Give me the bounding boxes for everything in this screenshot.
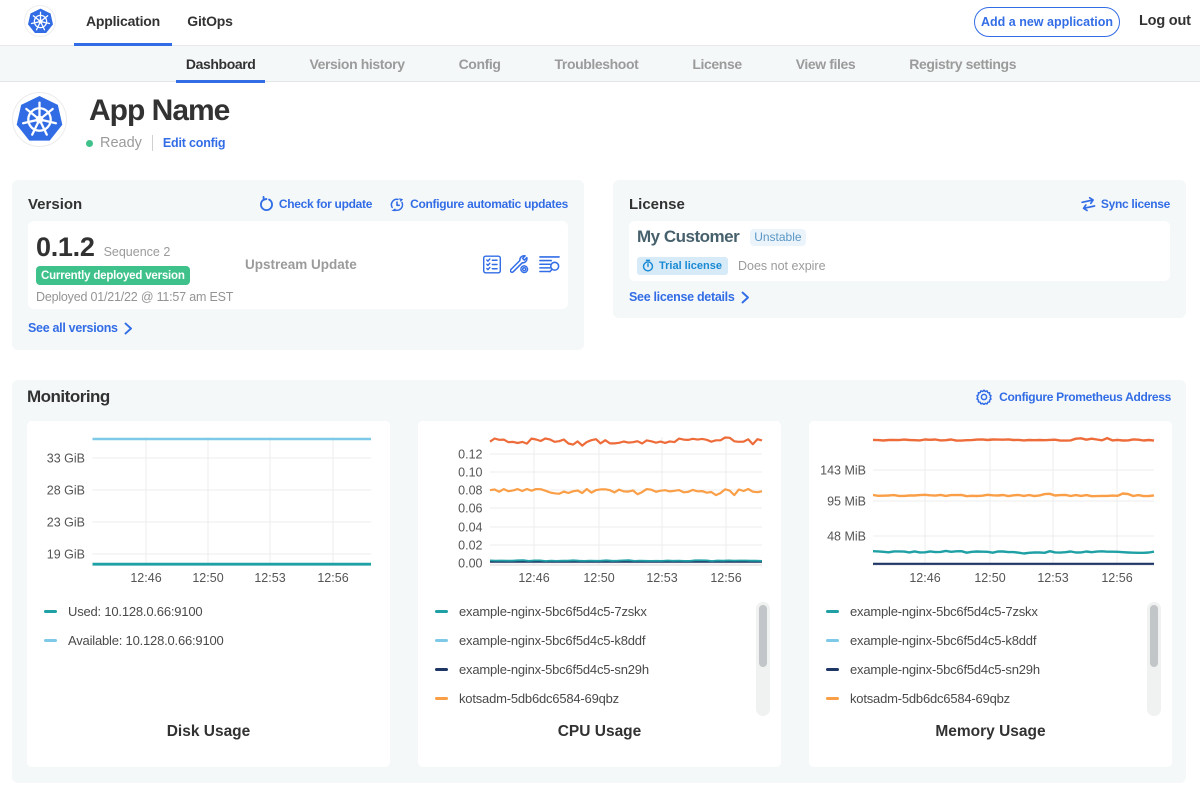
svg-text:143 MiB: 143 MiB bbox=[820, 464, 866, 478]
svg-text:12:46: 12:46 bbox=[130, 571, 161, 585]
svg-text:0.10: 0.10 bbox=[458, 466, 482, 480]
svg-text:12:53: 12:53 bbox=[1037, 571, 1068, 585]
svg-text:0.08: 0.08 bbox=[458, 484, 482, 498]
svg-text:12:50: 12:50 bbox=[583, 571, 614, 585]
svg-text:0.04: 0.04 bbox=[458, 521, 482, 535]
svg-text:33 GiB: 33 GiB bbox=[47, 452, 85, 466]
svg-text:28 GiB: 28 GiB bbox=[47, 484, 85, 498]
svg-text:95 MiB: 95 MiB bbox=[827, 495, 866, 509]
svg-text:12:50: 12:50 bbox=[974, 571, 1005, 585]
svg-text:12:56: 12:56 bbox=[710, 571, 741, 585]
svg-text:19 GiB: 19 GiB bbox=[47, 548, 85, 562]
svg-text:0.02: 0.02 bbox=[458, 539, 482, 553]
svg-text:0.12: 0.12 bbox=[458, 448, 482, 462]
svg-text:0.06: 0.06 bbox=[458, 502, 482, 516]
svg-text:23 GiB: 23 GiB bbox=[47, 516, 85, 530]
svg-text:0.00: 0.00 bbox=[458, 557, 482, 571]
svg-text:12:46: 12:46 bbox=[909, 571, 940, 585]
svg-text:12:56: 12:56 bbox=[317, 571, 348, 585]
svg-text:12:56: 12:56 bbox=[1101, 571, 1132, 585]
svg-text:12:50: 12:50 bbox=[192, 571, 223, 585]
svg-text:12:46: 12:46 bbox=[518, 571, 549, 585]
svg-text:48 MiB: 48 MiB bbox=[827, 530, 866, 544]
svg-text:12:53: 12:53 bbox=[646, 571, 677, 585]
svg-text:12:53: 12:53 bbox=[254, 571, 285, 585]
